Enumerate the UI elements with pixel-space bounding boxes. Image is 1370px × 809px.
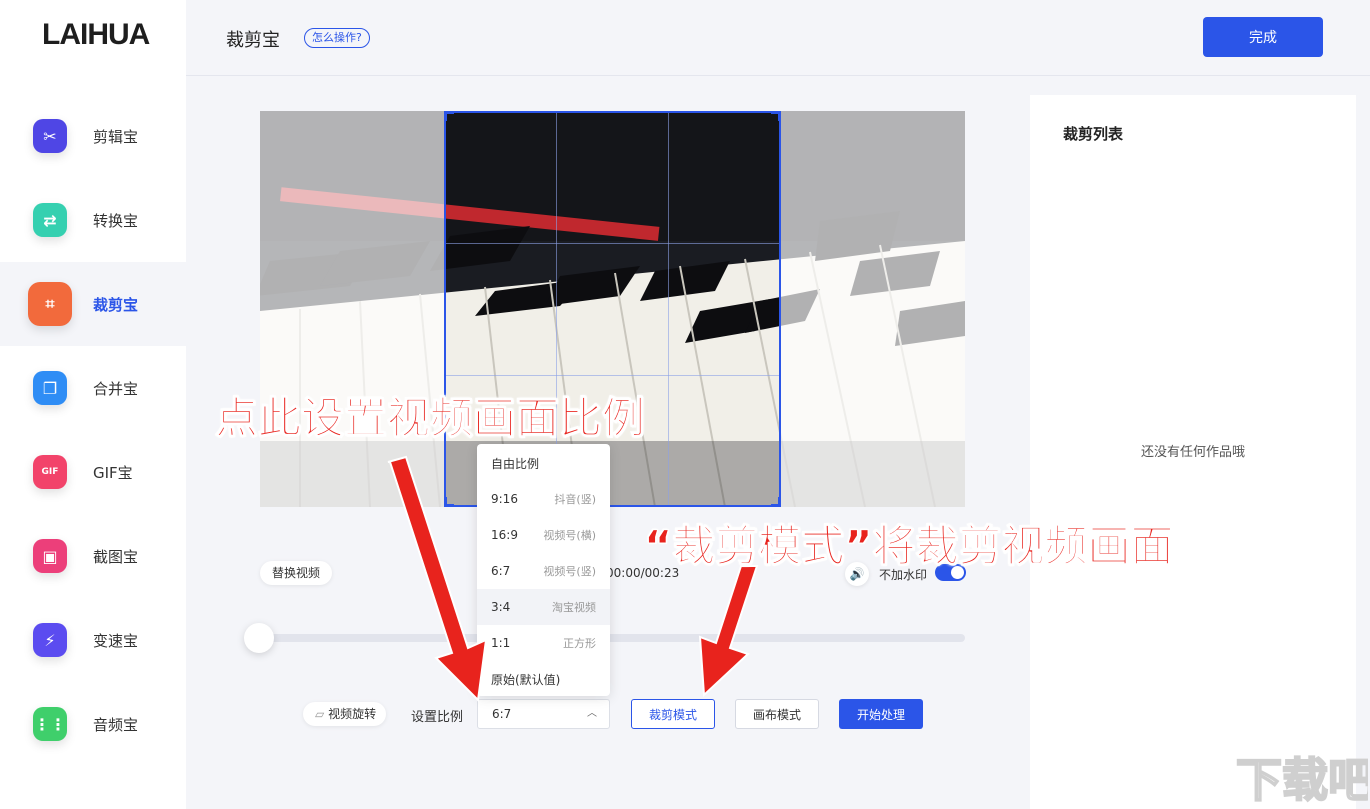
sidebar-item-label: GIF宝 [93,463,133,482]
ratio-option[interactable]: 原始(默认值) [477,661,610,697]
header: 裁剪宝 怎么操作? 完成 [186,0,1370,76]
rotate-icon: ▱ [315,707,325,721]
sidebar-item-2[interactable]: ⌗ 裁剪宝 [0,262,186,346]
sidebar-item-label: 音频宝 [93,715,139,734]
annotation-crop-mode-hint: “裁剪模式”将裁剪视频画面 [644,522,1175,573]
app-logo: LAIHUA [42,18,150,51]
done-button[interactable]: 完成 [1203,17,1323,57]
start-processing-button[interactable]: 开始处理 [839,699,923,729]
sidebar-item-5[interactable]: ▣ 截图宝 [0,514,186,598]
crop-mode-button[interactable]: 裁剪模式 [631,699,715,729]
ratio-option-desc: 抖音(竖) [554,493,596,506]
ratio-option[interactable]: 自由比例 [477,445,610,481]
convert-icon: ⇄ [33,203,67,237]
annotation-ratio-hint: 点此设置视频画面比例 [215,394,646,445]
ratio-option[interactable]: 6:7 视频号(竖) [477,553,610,589]
gif-icon: GIF [33,455,67,489]
ratio-option[interactable]: 1:1 正方形 [477,625,610,661]
rotate-label: 视频旋转 [328,707,377,721]
ratio-option-desc: 视频号(横) [543,529,596,542]
sidebar-item-label: 剪辑宝 [93,127,139,146]
crop-handle-bl[interactable] [444,497,454,507]
ratio-option-value: 6:7 [491,564,511,578]
sidebar-item-label: 变速宝 [93,631,139,650]
replace-video-button[interactable]: 替换视频 [260,561,333,585]
timeline-track[interactable] [260,634,965,642]
rotate-video-button[interactable]: ▱ 视频旋转 [303,702,387,726]
chevron-up-icon: ︿ [587,708,597,719]
merge-icon: ❐ [33,371,67,405]
ratio-option[interactable]: 16:9 视频号(横) [477,517,610,553]
audio-icon: ⋮⋮ [33,707,67,741]
video-preview [260,111,965,507]
timeline-handle[interactable] [244,623,274,653]
ratio-option-value: 16:9 [491,528,518,542]
crop-list-empty: 还没有任何作品哦 [1140,445,1245,460]
sidebar-item-label: 转换宝 [93,211,139,230]
sidebar-item-label: 合并宝 [93,379,139,398]
ratio-dropdown-menu: 自由比例 9:16 抖音(竖) 16:9 视频号(横) 6:7 视频号(竖) 3:4 淘宝视频 1… [477,444,610,696]
ratio-select-value: 6:7 [492,707,512,721]
arrow-to-crop-mode [698,565,759,698]
page-title: 裁剪宝 [226,30,280,51]
ratio-option-value: 9:16 [491,492,518,506]
screenshot-icon: ▣ [33,539,67,573]
crop-handle-tr[interactable] [771,111,781,121]
sidebar: LAIHUA ✂ 剪辑宝 ⇄ 转换宝 ⌗ 裁剪宝 ❐ 合并宝 GIF GIF宝 ▣ 截图宝 ⚡ 变速宝 ⋮⋮… [0,0,186,809]
crop-list-panel: 裁剪列表 还没有任何作品哦 [1030,95,1356,809]
crop-icon: ⌗ [28,282,72,326]
crop-handle-br[interactable] [771,497,781,507]
sidebar-item-3[interactable]: ❐ 合并宝 [0,346,186,430]
ratio-option[interactable]: 3:4 淘宝视频 [477,589,610,625]
svg-text:下载吧: 下载吧 [1236,753,1368,807]
ratio-option-value: 1:1 [491,636,511,650]
ratio-option[interactable]: 9:16 抖音(竖) [477,481,610,517]
ratio-option-desc: 视频号(竖) [543,565,596,578]
ratio-option-value: 自由比例 [491,456,540,471]
ratio-option-value: 3:4 [491,600,511,614]
crop-grid-line [668,113,669,505]
sidebar-item-4[interactable]: GIF GIF宝 [0,430,186,514]
crop-grid-line [446,375,779,376]
sidebar-item-7[interactable]: ⋮⋮ 音频宝 [0,682,186,766]
scissors-icon: ✂ [33,119,67,153]
ratio-option-value: 原始(默认值) [491,672,561,687]
sidebar-item-label: 裁剪宝 [93,295,139,314]
ratio-option-desc: 正方形 [563,637,596,650]
speed-icon: ⚡ [33,623,67,657]
sidebar-item-0[interactable]: ✂ 剪辑宝 [0,94,186,178]
help-link[interactable]: 怎么操作? [304,28,370,48]
canvas-mode-button[interactable]: 画布模式 [735,699,819,729]
sidebar-item-1[interactable]: ⇄ 转换宝 [0,178,186,262]
sidebar-item-6[interactable]: ⚡ 变速宝 [0,598,186,682]
crop-grid-line [446,243,779,244]
ratio-option-desc: 淘宝视频 [552,601,596,614]
sidebar-item-label: 截图宝 [93,547,139,566]
ratio-label: 设置比例 [411,710,464,725]
site-watermark-logo: 下载吧 [1235,752,1368,808]
crop-list-title: 裁剪列表 [1063,125,1124,143]
ratio-select[interactable]: 6:7 ︿ [477,699,610,729]
crop-handle-tl[interactable] [444,111,454,121]
